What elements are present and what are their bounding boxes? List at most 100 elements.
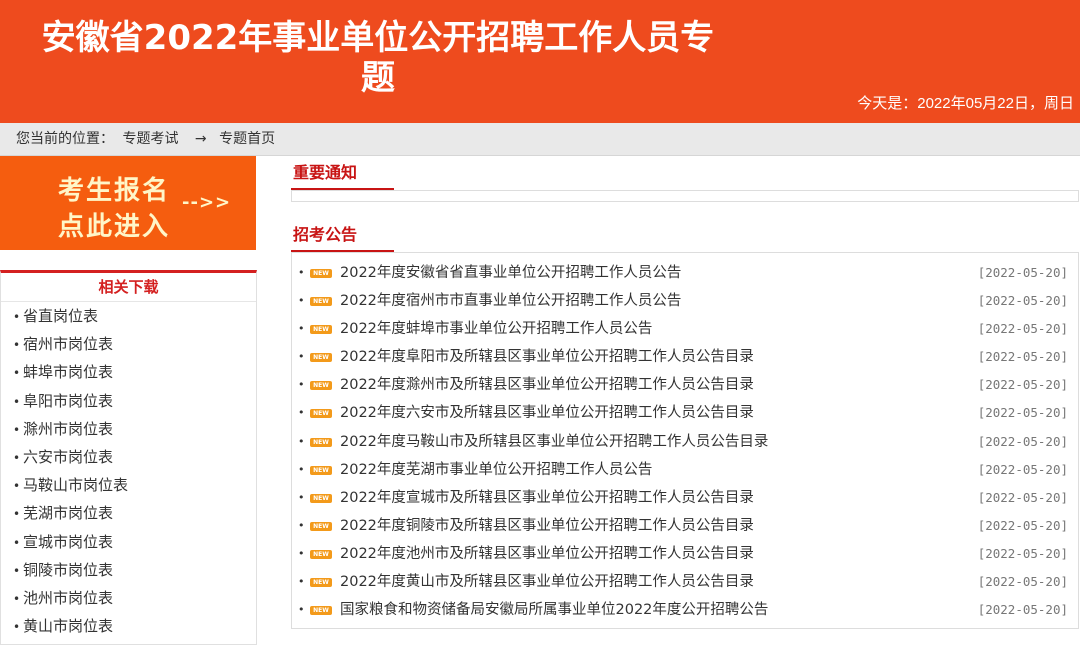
bullet-icon: • <box>13 620 21 635</box>
announcement-link[interactable]: 2022年度池州市及所辖县区事业单位公开招聘工作人员公告目录 <box>340 540 754 568</box>
announcement-link[interactable]: 2022年度铜陵市及所辖县区事业单位公开招聘工作人员公告目录 <box>340 512 754 540</box>
download-item-label[interactable]: 蚌埠市岗位表 <box>23 363 113 381</box>
new-badge-icon: NEW <box>310 325 332 335</box>
download-item-label[interactable]: 池州市岗位表 <box>23 589 113 607</box>
announcement-date: [2022-05-20] <box>977 265 1068 280</box>
bullet-icon: • <box>298 266 305 279</box>
download-item[interactable]: • 阜阳市岗位表 <box>1 387 256 415</box>
download-item[interactable]: • 宿州市岗位表 <box>1 330 256 358</box>
announcement-link[interactable]: 2022年度马鞍山市及所辖县区事业单位公开招聘工作人员公告目录 <box>340 428 768 456</box>
bullet-icon: • <box>298 546 305 560</box>
announcement-link[interactable]: 2022年度阜阳市及所辖县区事业单位公开招聘工作人员公告目录 <box>340 343 754 371</box>
new-badge-icon: NEW <box>310 549 332 559</box>
announcement-link[interactable]: 2022年度滁州市及所辖县区事业单位公开招聘工作人员公告目录 <box>340 371 754 399</box>
announcement-date: [2022-05-20] <box>977 574 1068 590</box>
announcement-link[interactable]: 2022年度芜湖市事业单位公开招聘工作人员公告 <box>340 456 652 484</box>
page-header: 安徽省2022年事业单位公开招聘工作人员专题 今天是：2022年05月22日，周… <box>0 0 1080 123</box>
download-item[interactable]: • 马鞍山市岗位表 <box>1 471 256 499</box>
breadcrumb-item-home[interactable]: 专题首页 <box>219 131 275 147</box>
announce-title: 招考公告 <box>293 225 358 244</box>
download-item[interactable]: • 滁州市岗位表 <box>1 415 256 443</box>
announcement-date: [2022-05-20] <box>977 517 1068 533</box>
bullet-icon: • <box>13 479 21 494</box>
current-date: 今天是：2022年05月22日，周日 <box>857 95 1074 112</box>
notice-title-underline <box>291 188 394 190</box>
download-item-label[interactable]: 滁州市岗位表 <box>23 420 113 438</box>
new-badge-icon: NEW <box>310 578 332 588</box>
bullet-icon: • <box>298 350 305 364</box>
announcement-row: • NEW 2022年度铜陵市及所辖县区事业单位公开招聘工作人员公告目录 [2022-… <box>292 512 1078 540</box>
announcement-row: • NEW 2022年度芜湖市事业单位公开招聘工作人员公告 [2022-05-20] <box>292 456 1078 484</box>
bullet-icon: • <box>13 338 21 353</box>
download-item-label[interactable]: 阜阳市岗位表 <box>23 392 113 410</box>
announcement-link[interactable]: 2022年度宿州市市直事业单位公开招聘工作人员公告 <box>340 287 681 315</box>
announcement-row: • NEW 2022年度黄山市及所辖县区事业单位公开招聘工作人员公告目录 [2022-… <box>292 568 1078 596</box>
new-badge-icon: NEW <box>310 297 332 307</box>
announcement-list: • NEW 2022年度安徽省省直事业单位公开招聘工作人员公告 [2022-05-20… <box>291 252 1079 630</box>
bullet-icon: • <box>298 518 305 532</box>
bullet-icon: • <box>13 507 21 522</box>
download-item[interactable]: • 宣城市岗位表 <box>1 528 256 556</box>
bullet-icon: • <box>298 434 305 448</box>
downloads-panel: 相关下载 • 省直岗位表 • 宿州市岗位表 • 蚌埠市岗位表 • 阜阳市岗位表 • 滁州市岗位表 •… <box>0 270 257 646</box>
bullet-icon: • <box>13 422 21 437</box>
new-badge-icon: NEW <box>310 409 332 419</box>
download-item-label[interactable]: 六安市岗位表 <box>23 448 113 466</box>
breadcrumb-item-exam[interactable]: 专题考试 <box>122 131 178 147</box>
register-banner-line1: 考生报名 <box>58 176 171 206</box>
notice-box <box>291 190 1079 202</box>
announcement-link[interactable]: 国家粮食和物资储备局安徽局所属事业单位2022年度公开招聘公告 <box>340 596 768 624</box>
new-badge-icon: NEW <box>310 606 332 616</box>
bullet-icon: • <box>298 603 305 617</box>
announcement-row: • NEW 2022年度安徽省省直事业单位公开招聘工作人员公告 [2022-05-20… <box>292 259 1078 287</box>
notice-title: 重要通知 <box>293 163 358 182</box>
download-item[interactable]: • 蚌埠市岗位表 <box>1 358 256 386</box>
announcement-date: [2022-05-20] <box>977 461 1068 477</box>
download-item[interactable]: • 芜湖市岗位表 <box>1 499 256 527</box>
announce-section-title: 招考公告 <box>291 218 1080 252</box>
announcement-row: • NEW 2022年度阜阳市及所辖县区事业单位公开招聘工作人员公告目录 [2022-… <box>292 343 1078 371</box>
download-item-label[interactable]: 铜陵市岗位表 <box>23 561 113 579</box>
announcement-row: • NEW 2022年度宣城市及所辖县区事业单位公开招聘工作人员公告目录 [2022-… <box>292 484 1078 512</box>
register-arrow-icon: -->> <box>182 192 232 213</box>
announcement-link[interactable]: 2022年度安徽省省直事业单位公开招聘工作人员公告 <box>340 259 681 287</box>
announcement-row: • NEW 2022年度马鞍山市及所辖县区事业单位公开招聘工作人员公告目录 [2022… <box>292 428 1078 456</box>
new-badge-icon: NEW <box>310 269 332 278</box>
download-item[interactable]: • 铜陵市岗位表 <box>1 556 256 584</box>
download-item-label[interactable]: 黄山市岗位表 <box>23 617 113 635</box>
notice-section-title: 重要通知 <box>291 156 1080 190</box>
download-item-label[interactable]: 省直岗位表 <box>23 307 98 325</box>
breadcrumb-arrow-icon: → <box>194 131 207 147</box>
bullet-icon: • <box>13 591 21 606</box>
download-item[interactable]: • 黄山市岗位表 <box>1 612 256 640</box>
announcement-row: • NEW 2022年度蚌埠市事业单位公开招聘工作人员公告 [2022-05-20] <box>292 315 1078 343</box>
bullet-icon: • <box>298 322 305 336</box>
register-banner[interactable]: 考生报名 点此进入 -->> <box>0 156 256 250</box>
new-badge-icon: NEW <box>310 521 332 531</box>
announcement-link[interactable]: 2022年度宣城市及所辖县区事业单位公开招聘工作人员公告目录 <box>340 484 754 512</box>
new-badge-icon: NEW <box>310 465 332 475</box>
announcement-date: [2022-05-20] <box>977 545 1068 561</box>
bullet-icon: • <box>298 406 305 420</box>
announcement-date: [2022-05-20] <box>977 489 1068 505</box>
bullet-icon: • <box>13 394 21 409</box>
bullet-icon: • <box>13 310 21 324</box>
bullet-icon: • <box>13 563 21 578</box>
download-item-label[interactable]: 宣城市岗位表 <box>23 533 113 551</box>
download-item-label[interactable]: 宿州市岗位表 <box>23 335 113 353</box>
download-item[interactable]: • 池州市岗位表 <box>1 584 256 612</box>
announcement-date: [2022-05-20] <box>977 321 1068 337</box>
download-item[interactable]: • 省直岗位表 <box>1 302 256 330</box>
announcement-row: • NEW 2022年度池州市及所辖县区事业单位公开招聘工作人员公告目录 [2022-… <box>292 540 1078 568</box>
announcement-link[interactable]: 2022年度六安市及所辖县区事业单位公开招聘工作人员公告目录 <box>340 399 754 427</box>
download-item-label[interactable]: 马鞍山市岗位表 <box>23 476 128 494</box>
new-badge-icon: NEW <box>310 353 332 363</box>
bullet-icon: • <box>298 490 305 504</box>
announcement-link[interactable]: 2022年度黄山市及所辖县区事业单位公开招聘工作人员公告目录 <box>340 568 754 596</box>
breadcrumb: 您当前的位置： 专题考试 → 专题首页 <box>0 123 1080 156</box>
download-item-label[interactable]: 芜湖市岗位表 <box>23 504 113 522</box>
download-item[interactable]: • 六安市岗位表 <box>1 443 256 471</box>
announcement-link[interactable]: 2022年度蚌埠市事业单位公开招聘工作人员公告 <box>340 315 652 343</box>
announcement-date: [2022-05-20] <box>977 293 1068 309</box>
announcement-date: [2022-05-20] <box>977 377 1068 393</box>
